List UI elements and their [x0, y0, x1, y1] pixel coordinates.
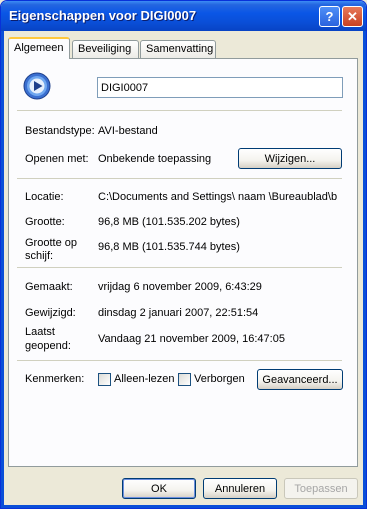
file-type-label: Bestandstype: [25, 125, 95, 137]
size-value: 96,8 MB (101.535.202 bytes) [98, 216, 240, 228]
created-value: vrijdag 6 november 2009, 6:43:29 [98, 281, 262, 293]
separator [17, 267, 342, 268]
help-icon: ? [325, 9, 334, 24]
attributes-label: Kenmerken: [25, 373, 85, 385]
close-icon: ✕ [347, 8, 358, 24]
apply-button[interactable]: Toepassen [284, 478, 358, 499]
size-on-disk-label: Grootte op [25, 237, 77, 249]
title-bar[interactable]: Eigenschappen voor DIGI0007 ? ✕ [1, 1, 366, 31]
tab-panel-general [8, 58, 358, 467]
help-button[interactable]: ? [319, 6, 340, 27]
tab-security[interactable]: Beveiliging [72, 40, 139, 58]
accessed-value: Vandaag 21 november 2009, 16:47:05 [98, 333, 285, 345]
opens-with-value: Onbekende toepassing [98, 153, 212, 165]
file-type-value: AVI-bestand [98, 125, 158, 137]
window-title: Eigenschappen voor DIGI0007 [9, 8, 197, 23]
file-name-input[interactable] [97, 77, 343, 98]
hidden-label[interactable]: Verborgen [194, 373, 245, 385]
tab-general[interactable]: Algemeen [8, 37, 70, 59]
size-on-disk-label: schijf: [25, 250, 54, 262]
hidden-checkbox[interactable] [178, 373, 191, 386]
size-on-disk-value: 96,8 MB (101.535.744 bytes) [98, 241, 240, 253]
location-value: C:\Documents and Settings\ naam \Bureaub… [98, 191, 338, 203]
ok-button[interactable]: OK [122, 478, 196, 499]
accessed-label: geopend: [25, 340, 71, 352]
separator [17, 110, 342, 111]
created-label: Gemaakt: [25, 281, 73, 293]
modified-label: Gewijzigd: [25, 307, 76, 319]
size-label: Grootte: [25, 216, 65, 228]
opens-with-label: Openen met: [25, 153, 89, 165]
video-file-icon [23, 72, 51, 100]
accessed-label: Laatst [25, 326, 55, 338]
location-label: Locatie: [25, 191, 64, 203]
modified-value: dinsdag 2 januari 2007, 22:51:54 [98, 307, 259, 319]
window-frame-left [1, 31, 4, 508]
cancel-button[interactable]: Annuleren [203, 478, 277, 499]
tab-summary[interactable]: Samenvatting [140, 40, 216, 58]
separator [17, 360, 342, 361]
window-frame-bottom [1, 505, 366, 508]
change-button[interactable]: Wijzigen... [238, 148, 342, 169]
readonly-label[interactable]: Alleen-lezen [114, 373, 175, 385]
window-frame-right [363, 31, 366, 508]
separator [17, 178, 342, 179]
readonly-checkbox[interactable] [98, 373, 111, 386]
properties-dialog: Eigenschappen voor DIGI0007 ? ✕ Algemeen… [0, 0, 367, 509]
advanced-button[interactable]: Geavanceerd... [257, 369, 343, 390]
close-button[interactable]: ✕ [342, 6, 363, 27]
